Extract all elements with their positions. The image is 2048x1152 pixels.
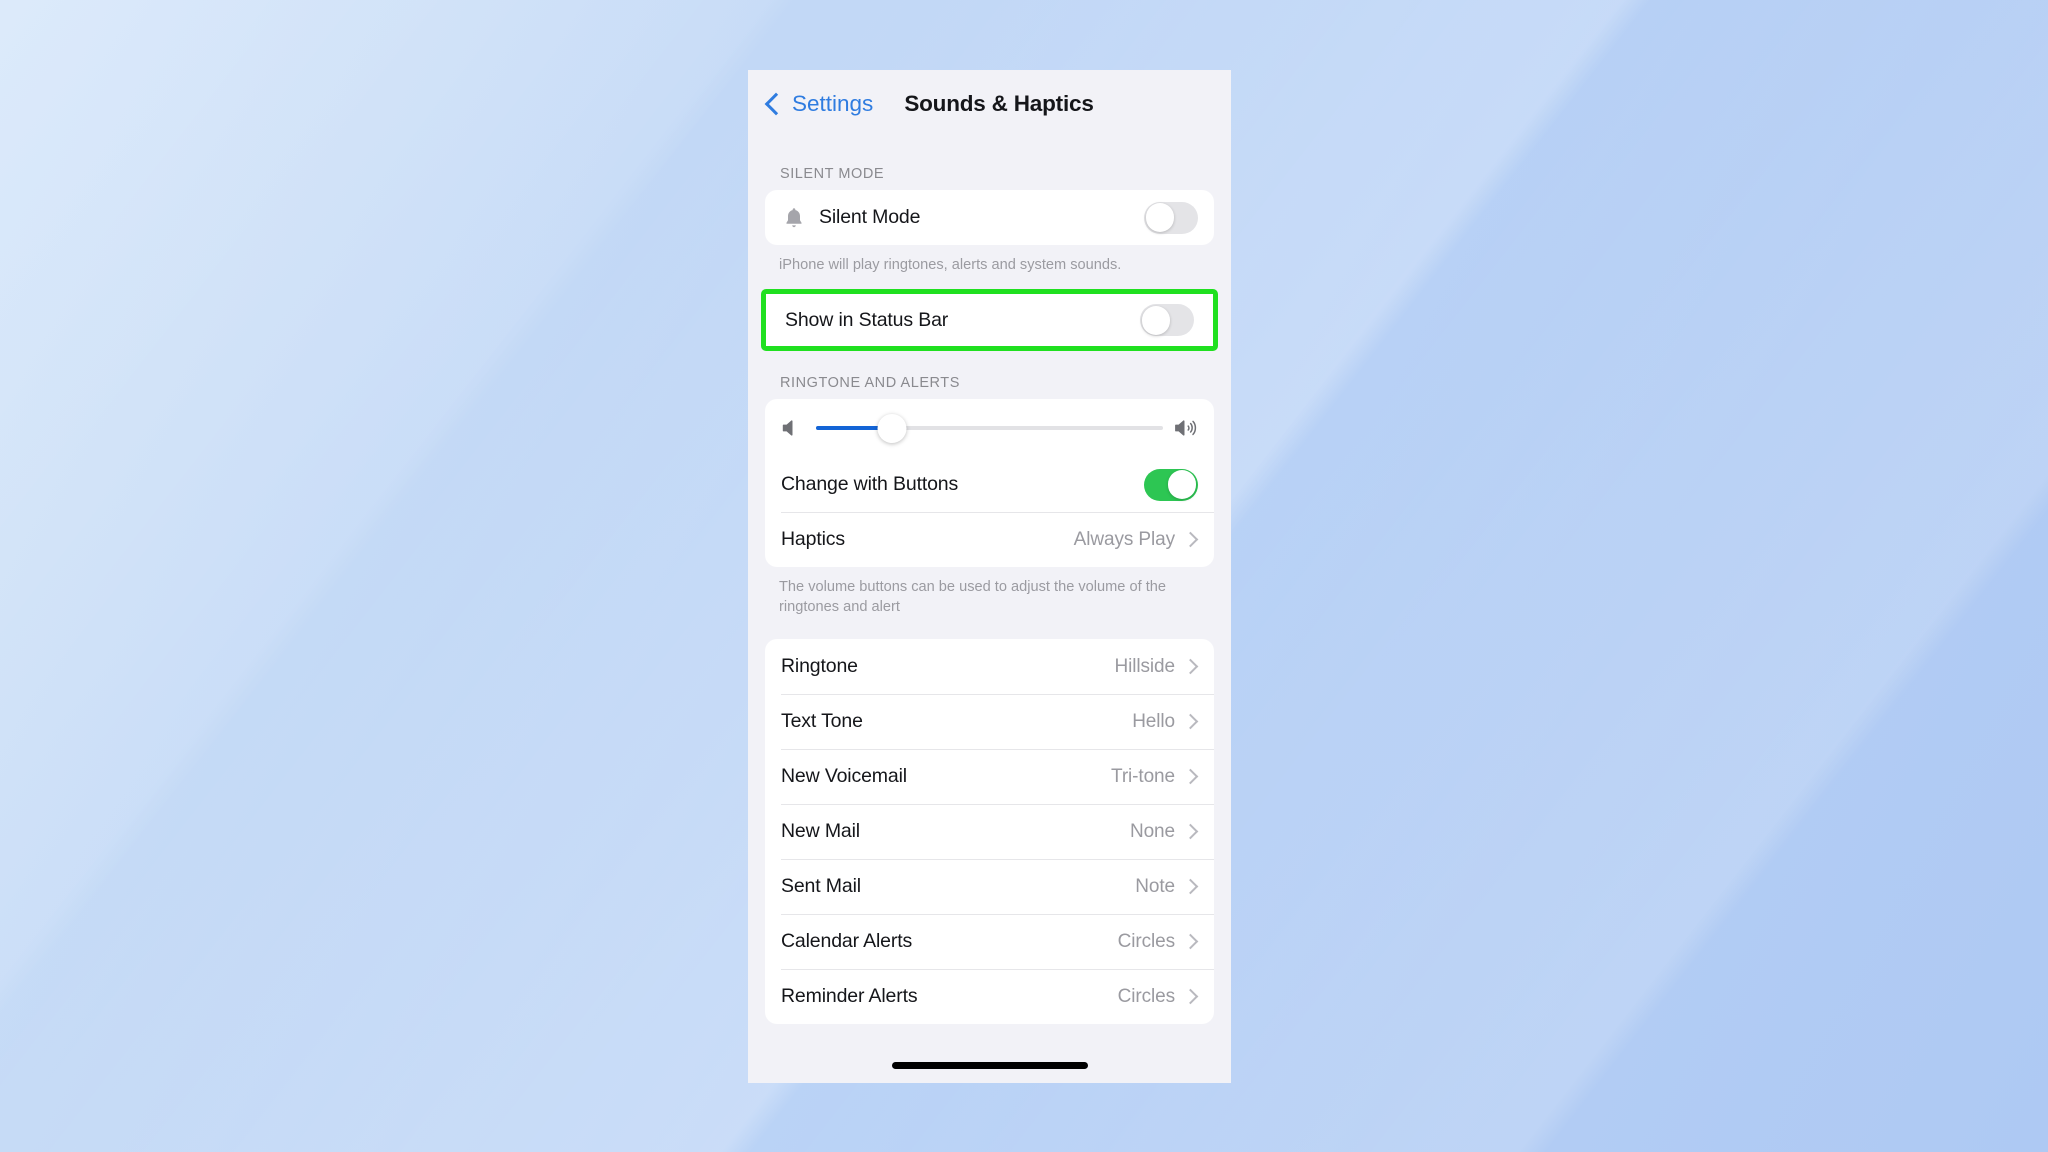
show-in-status-bar-highlight: Show in Status Bar	[761, 289, 1218, 352]
reminder-alerts-label: Reminder Alerts	[781, 985, 918, 1008]
section-header-silent-mode: SILENT MODE	[780, 166, 885, 182]
toggle-knob	[1167, 470, 1197, 500]
row-reminder-alerts[interactable]: Reminder Alerts Circles	[765, 969, 1214, 1024]
change-with-buttons-label: Change with Buttons	[781, 473, 959, 496]
sent-mail-label: Sent Mail	[781, 875, 861, 898]
silent-mode-toggle[interactable]	[1144, 201, 1198, 234]
haptics-label: Haptics	[781, 528, 845, 551]
silent-mode-card: Silent Mode	[765, 190, 1214, 245]
chevron-right-icon	[1182, 934, 1199, 950]
toggle-knob	[1141, 305, 1171, 335]
new-voicemail-label: New Voicemail	[781, 765, 907, 788]
ringtone-footnote: The volume buttons can be used to adjust…	[779, 579, 1166, 616]
section-header-ringtone-and-alerts: RINGTONE AND ALERTS	[780, 375, 960, 392]
calendar-alerts-value: Circles	[1117, 930, 1175, 952]
row-new-voicemail[interactable]: New Voicemail Tri-tone	[765, 749, 1214, 804]
phone-frame: Settings Sounds & Haptics SILENT MODE Si…	[748, 70, 1231, 1083]
sounds-list-card: Ringtone Hillside Text Tone Hello New Vo…	[765, 639, 1214, 1025]
row-haptics[interactable]: Haptics Always Play	[765, 512, 1214, 567]
navigation-bar: Settings Sounds & Haptics	[748, 70, 1231, 138]
row-silent-mode[interactable]: Silent Mode	[765, 190, 1214, 245]
new-voicemail-value: Tri-tone	[1111, 765, 1175, 787]
haptics-value: Always Play	[1073, 528, 1175, 550]
ringtone-card: Change with Buttons Haptics Always Play	[765, 399, 1214, 568]
show-in-status-bar-label: Show in Status Bar	[785, 308, 949, 331]
row-sent-mail[interactable]: Sent Mail Note	[765, 859, 1214, 914]
phone-screen: Settings Sounds & Haptics SILENT MODE Si…	[748, 70, 1231, 1083]
show-in-status-bar-toggle[interactable]	[1140, 304, 1194, 337]
chevron-right-icon	[1182, 714, 1199, 730]
toggle-knob	[1145, 203, 1175, 232]
chevron-right-icon	[1182, 659, 1199, 675]
back-button-label: Settings	[792, 91, 874, 116]
row-show-in-status-bar[interactable]: Show in Status Bar	[766, 294, 1213, 346]
row-ringtone-volume	[765, 399, 1214, 457]
speaker-low-icon	[780, 416, 804, 440]
silent-mode-footnote: iPhone will play ringtones, alerts and s…	[779, 257, 1122, 273]
row-ringtone[interactable]: Ringtone Hillside	[765, 639, 1214, 694]
speaker-high-icon	[1175, 416, 1199, 440]
calendar-alerts-label: Calendar Alerts	[781, 930, 913, 953]
text-tone-label: Text Tone	[781, 710, 863, 733]
new-mail-value: None	[1129, 820, 1175, 842]
chevron-right-icon	[1182, 989, 1199, 1005]
row-text-tone[interactable]: Text Tone Hello	[765, 694, 1214, 749]
chevron-left-icon	[764, 92, 788, 115]
bell-icon	[781, 205, 807, 231]
text-tone-value: Hello	[1132, 710, 1175, 732]
home-indicator	[891, 1062, 1088, 1069]
volume-slider[interactable]	[816, 413, 1163, 443]
chevron-right-icon	[1182, 531, 1199, 548]
chevron-right-icon	[1182, 879, 1199, 895]
chevron-right-icon	[1182, 824, 1199, 840]
chevron-right-icon	[1182, 769, 1199, 785]
silent-mode-label: Silent Mode	[819, 206, 921, 228]
page-title: Sounds & Haptics	[904, 91, 1094, 116]
change-with-buttons-toggle[interactable]	[1144, 468, 1198, 501]
back-to-settings-button[interactable]: Settings	[764, 91, 874, 117]
row-calendar-alerts[interactable]: Calendar Alerts Circles	[765, 914, 1214, 969]
ringtone-label: Ringtone	[781, 655, 858, 678]
ringtone-value: Hillside	[1114, 655, 1176, 677]
sent-mail-value: Note	[1135, 875, 1175, 897]
new-mail-label: New Mail	[781, 820, 860, 843]
reminder-alerts-value: Circles	[1117, 985, 1175, 1007]
slider-thumb[interactable]	[877, 413, 907, 443]
row-change-with-buttons[interactable]: Change with Buttons	[765, 457, 1214, 512]
row-new-mail[interactable]: New Mail None	[765, 804, 1214, 859]
